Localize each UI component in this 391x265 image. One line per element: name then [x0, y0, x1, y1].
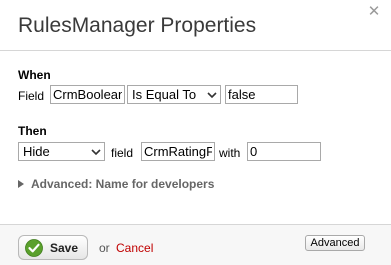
when-field-label: Field [18, 89, 45, 103]
checkmark-icon [25, 239, 43, 257]
operator-select[interactable]: Is Equal To [127, 85, 221, 104]
properties-dialog: ✕ RulesManager Properties When Field Is … [0, 0, 391, 265]
advanced-button[interactable]: Advanced [305, 235, 365, 251]
title-divider [0, 50, 391, 51]
dialog-title: RulesManager Properties [18, 14, 257, 37]
when-heading: When [18, 68, 51, 82]
close-icon[interactable]: ✕ [366, 3, 382, 19]
advanced-toggle-label: Advanced: Name for developers [31, 177, 215, 191]
save-button-label: Save [50, 241, 79, 255]
action-select[interactable]: Hide [18, 142, 105, 161]
chevron-down-icon [91, 149, 101, 156]
expand-triangle-icon [18, 180, 24, 188]
action-select-value: Hide [23, 144, 50, 159]
with-value-input[interactable] [247, 142, 321, 161]
when-field-input[interactable] [50, 85, 125, 104]
cancel-link[interactable]: Cancel [116, 241, 153, 255]
or-label: or [99, 241, 110, 255]
save-button[interactable]: Save [18, 235, 88, 260]
advanced-toggle[interactable]: Advanced: Name for developers [18, 177, 214, 191]
target-field-input[interactable] [141, 142, 215, 161]
operator-select-value: Is Equal To [132, 87, 197, 102]
then-field-label: field [111, 146, 134, 160]
compare-value-input[interactable] [225, 85, 298, 104]
chevron-down-icon [207, 92, 217, 99]
then-heading: Then [18, 124, 47, 138]
with-label: with [219, 146, 241, 160]
